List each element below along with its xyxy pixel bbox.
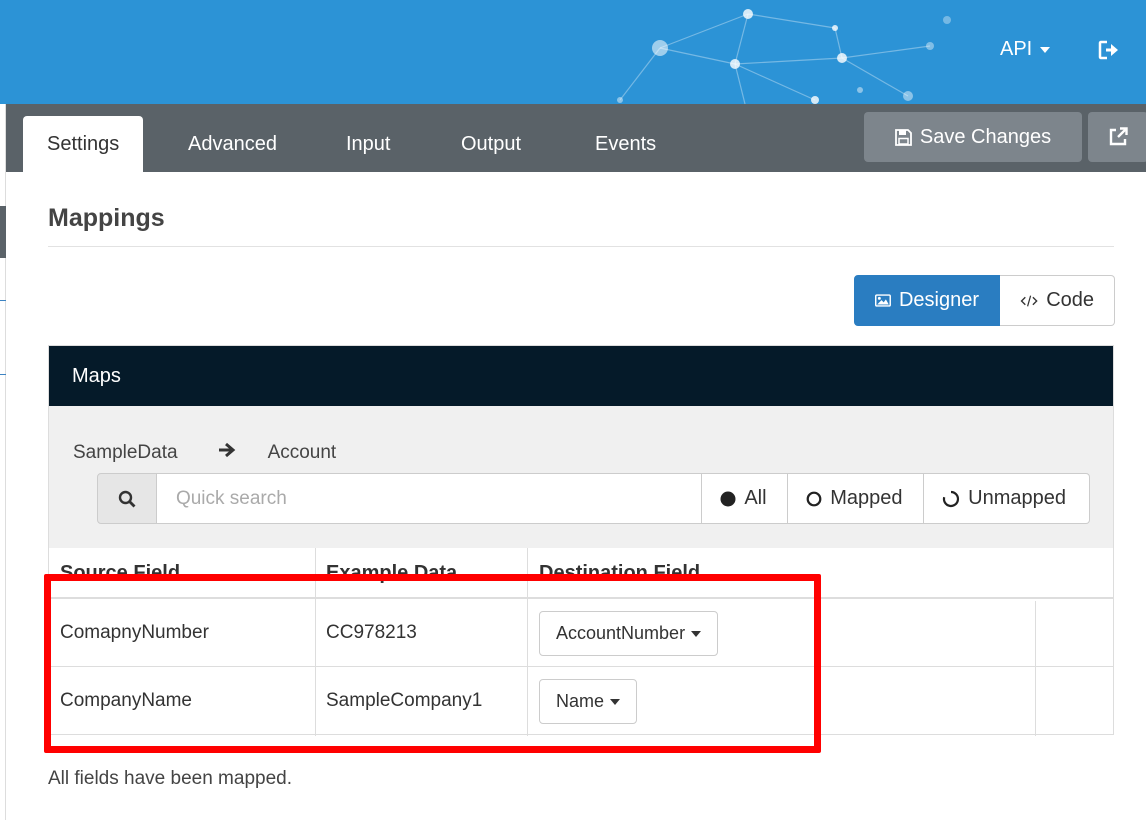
table-row: CompanyName SampleCompany1 Name [49, 667, 1113, 735]
maps-toolbar: SampleData Account All Mapped Unmapped [49, 406, 1113, 548]
destination-field-value: AccountNumber [556, 623, 686, 643]
floppy-disk-icon [894, 128, 912, 146]
divider [48, 246, 1114, 247]
sign-out-icon [1098, 40, 1118, 60]
divider [0, 374, 6, 375]
tab-advanced[interactable]: Advanced [164, 116, 301, 172]
mappings-table: Source Field Example Data Destination Fi… [49, 548, 1113, 736]
table-row: ComapnyNumber CC978213 AccountNumber [49, 599, 1113, 667]
designer-label: Designer [898, 289, 979, 311]
code-button[interactable]: Code [1000, 275, 1115, 326]
source-name: SampleData [73, 442, 178, 463]
tab-input[interactable]: Input [322, 116, 414, 172]
maps-panel-title: Maps [49, 346, 1113, 406]
chevron-down-icon [691, 630, 702, 637]
maps-panel: Maps SampleData Account All Mapped [48, 345, 1114, 736]
code-label: Code [1046, 289, 1094, 311]
sidebar-active-marker [0, 206, 6, 258]
example-data-cell: SampleCompany1 [326, 690, 483, 711]
circle-notch-icon [943, 490, 960, 507]
filter-unmapped-button[interactable]: Unmapped [924, 473, 1090, 524]
tab-output[interactable]: Output [437, 116, 545, 172]
designer-button[interactable]: Designer [854, 275, 1000, 326]
filter-mapped-button[interactable]: Mapped [788, 473, 925, 524]
open-external-button[interactable] [1088, 112, 1146, 162]
code-icon [1020, 295, 1038, 306]
chevron-down-icon [610, 698, 621, 705]
filter-all-button[interactable]: All [702, 473, 789, 524]
filled-circle-icon [720, 491, 736, 506]
destination-field-value: Name [556, 691, 605, 711]
divider [0, 300, 6, 301]
table-header: Source Field Example Data Destination Fi… [49, 548, 1113, 599]
filter-mapped-label: Mapped [830, 487, 903, 509]
logout-button[interactable] [1098, 40, 1120, 65]
search-icon [97, 473, 157, 524]
source-field-cell: CompanyName [60, 690, 192, 711]
source-field-cell: ComapnyNumber [60, 622, 209, 643]
api-menu[interactable]: API [1000, 38, 1051, 61]
filter-all-label: All [744, 487, 767, 509]
example-data-cell: CC978213 [326, 622, 417, 643]
arrow-right-icon [218, 442, 236, 464]
left-sidebar-edge [0, 104, 6, 820]
column-header: Example Data [326, 562, 458, 584]
search-input[interactable] [156, 473, 703, 524]
status-message: All fields have been mapped. [48, 768, 292, 789]
top-header: API [0, 0, 1146, 104]
external-link-icon [1109, 127, 1128, 146]
column-header: Destination Field [539, 562, 701, 584]
circle-outline-icon [806, 491, 822, 506]
filter-unmapped-label: Unmapped [968, 487, 1066, 509]
destination-name: Account [267, 442, 337, 463]
tab-settings[interactable]: Settings [23, 116, 144, 172]
save-changes-label: Save Changes [919, 125, 1052, 148]
tab-bar: Settings Advanced Input Output Events Sa… [6, 104, 1146, 172]
column-header: Source Field [60, 562, 181, 584]
view-toggle: Designer Code [854, 275, 1115, 326]
destination-field-dropdown[interactable]: AccountNumber [539, 611, 719, 656]
breadcrumb: SampleData Account [73, 442, 336, 464]
image-icon [875, 294, 891, 307]
tab-events[interactable]: Events [571, 116, 680, 172]
api-menu-label: API [1000, 38, 1033, 60]
chevron-down-icon [1040, 46, 1051, 53]
page-title: Mappings [48, 204, 165, 232]
save-changes-button[interactable]: Save Changes [864, 112, 1082, 162]
search-bar: All Mapped Unmapped [97, 473, 1090, 524]
destination-field-dropdown[interactable]: Name [539, 679, 638, 724]
